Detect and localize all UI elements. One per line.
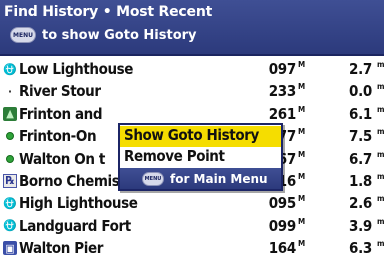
item-distance-unit: mi <box>377 216 384 226</box>
lighthouse-icon: ⛎ <box>3 196 17 210</box>
item-bearing-unit: M <box>298 216 306 226</box>
menu-item-remove-point[interactable]: Remove Point <box>120 147 281 168</box>
item-distance-unit: mi <box>377 239 384 249</box>
main-menu-hint-text: for Main Menu <box>170 171 268 186</box>
menu-key-icon: MENU <box>10 27 36 43</box>
item-bearing-unit: M <box>298 171 306 181</box>
item-distance: 1.8 <box>349 171 373 190</box>
menu-key-icon: MENU <box>142 171 164 186</box>
item-bearing-unit: M <box>298 104 306 114</box>
list-item[interactable]: ▲ Frinton and 261 M 6.1 mi <box>0 103 384 125</box>
item-distance-unit: mi <box>377 60 384 69</box>
item-distance-unit: mi <box>377 82 384 92</box>
item-name: Landguard Fort <box>19 216 131 235</box>
list-item[interactable]: · River Stour 233 M 0.0 mi <box>0 80 384 102</box>
item-bearing: 095 <box>268 194 297 213</box>
lighthouse-icon: ⛎ <box>3 219 17 233</box>
item-bearing: 164 <box>268 239 297 258</box>
main-menu-hint: MENU for Main Menu <box>120 168 281 189</box>
list-item[interactable]: ⛎ Low Lighthouse 097 M 2.7 mi <box>0 58 384 80</box>
list-item[interactable]: ⛎ High Lighthouse 095 M 2.6 mi <box>0 192 384 214</box>
item-name: Walton Pier <box>19 239 104 258</box>
list-item[interactable]: ⛎ Landguard Fort 099 M 3.9 mi <box>0 215 384 237</box>
item-bearing-unit: M <box>298 149 306 159</box>
item-name: River Stour <box>19 82 101 101</box>
item-bearing: 099 <box>268 216 297 235</box>
list-item[interactable]: ▣ Walton Pier 164 M 6.3 mi <box>0 237 384 259</box>
item-distance-unit: mi <box>377 194 384 204</box>
item-distance: 6.7 <box>349 149 373 168</box>
menu-hint: MENU to show Goto History <box>10 27 197 43</box>
item-distance-unit: mi <box>377 127 384 137</box>
item-bearing-unit: M <box>298 239 306 249</box>
item-distance: 0.0 <box>349 82 373 101</box>
item-bearing-unit: M <box>298 127 306 137</box>
item-distance-unit: mi <box>377 171 384 181</box>
item-bearing-unit: M <box>298 60 306 69</box>
item-distance: 2.6 <box>349 194 373 213</box>
item-name: Frinton-On <box>19 127 97 146</box>
menu-item-show-goto-history[interactable]: Show Goto History <box>120 126 281 147</box>
item-distance: 6.3 <box>349 239 373 258</box>
item-distance: 3.9 <box>349 216 373 235</box>
item-distance: 2.7 <box>349 60 373 78</box>
item-distance: 7.5 <box>349 127 373 146</box>
item-name: Walton On t <box>19 149 105 168</box>
item-name: Borno Chemists <box>19 171 134 190</box>
green-dot-icon <box>3 129 17 143</box>
item-bearing-unit: M <box>298 82 306 92</box>
item-name: Frinton and <box>19 104 103 123</box>
item-name: High Lighthouse <box>19 194 138 213</box>
options-menu: Show Goto History Remove Point MENU for … <box>118 123 283 191</box>
item-bearing-unit: M <box>298 194 306 204</box>
menu-hint-text: to show Goto History <box>42 27 197 43</box>
lighthouse-icon: ⛎ <box>3 62 17 76</box>
green-dot-icon <box>3 152 17 166</box>
item-bearing: 233 <box>268 82 297 101</box>
pharmacy-icon: ℞ <box>3 173 17 188</box>
item-distance-unit: mi <box>377 149 384 159</box>
item-distance: 6.1 <box>349 104 373 123</box>
item-bearing: 261 <box>268 104 297 123</box>
pier-icon: ▣ <box>3 241 17 256</box>
gps-screen: Find History • Most Recent MENU to show … <box>0 0 384 260</box>
header-bar: Find History • Most Recent MENU to show … <box>0 0 384 56</box>
item-bearing: 097 <box>268 60 297 78</box>
dot-icon: · <box>8 84 12 98</box>
page-title: Find History • Most Recent <box>4 4 213 20</box>
item-distance-unit: mi <box>377 104 384 114</box>
item-name: Low Lighthouse <box>19 60 134 78</box>
trees-icon: ▲ <box>3 106 17 121</box>
